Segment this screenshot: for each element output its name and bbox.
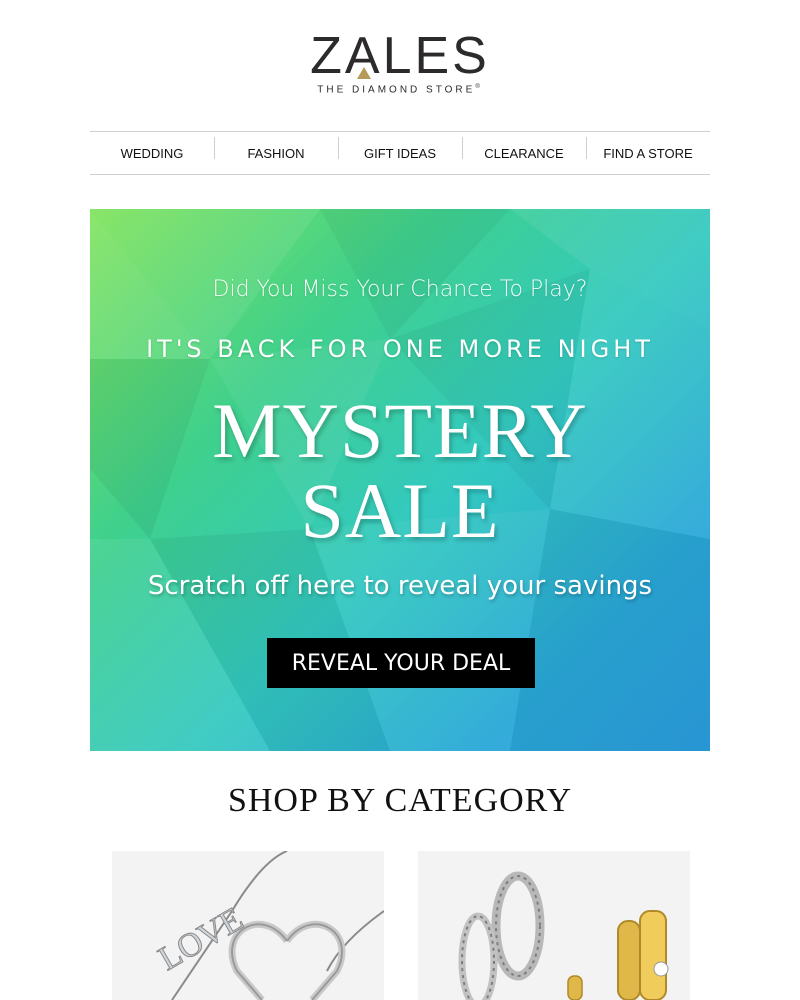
hero-banner[interactable]: Did You Miss Your Chance To Play? IT'S B… [90,209,710,751]
nav-gift-ideas[interactable]: GIFT IDEAS [338,136,462,161]
nav-wedding[interactable]: WEDDING [90,146,214,161]
hero-title: MYSTERY SALE [90,391,710,551]
category-earrings[interactable] [418,851,690,1000]
hero-subtitle: IT'S BACK FOR ONE MORE NIGHT [146,335,654,363]
hero-title-line2: SALE [300,467,500,554]
section-title: SHOP BY CATEGORY [227,782,573,819]
main-nav: WEDDING FASHION GIFT IDEAS CLEARANCE FIN… [90,131,710,175]
brand-logo[interactable]: ZALES THE DIAMOND STORE® [0,30,800,95]
logo-tagline: THE DIAMOND STORE® [317,84,483,96]
reveal-deal-button[interactable]: REVEAL YOUR DEAL [267,638,535,688]
hero-scratch-text: Scratch off here to reveal your savings [147,571,653,601]
nav-fashion[interactable]: FASHION [214,136,338,161]
category-necklaces[interactable]: LOVE [112,851,384,1000]
nav-clearance[interactable]: CLEARANCE [462,136,586,161]
logo-wordmark: ZALES [310,27,490,85]
necklace-image: LOVE [152,851,384,1000]
nav-find-a-store[interactable]: FIND A STORE [586,136,710,161]
earrings-image [458,871,669,1000]
hero-question: Did You Miss Your Chance To Play? [212,277,588,302]
hero-title-line1: MYSTERY [212,387,588,474]
